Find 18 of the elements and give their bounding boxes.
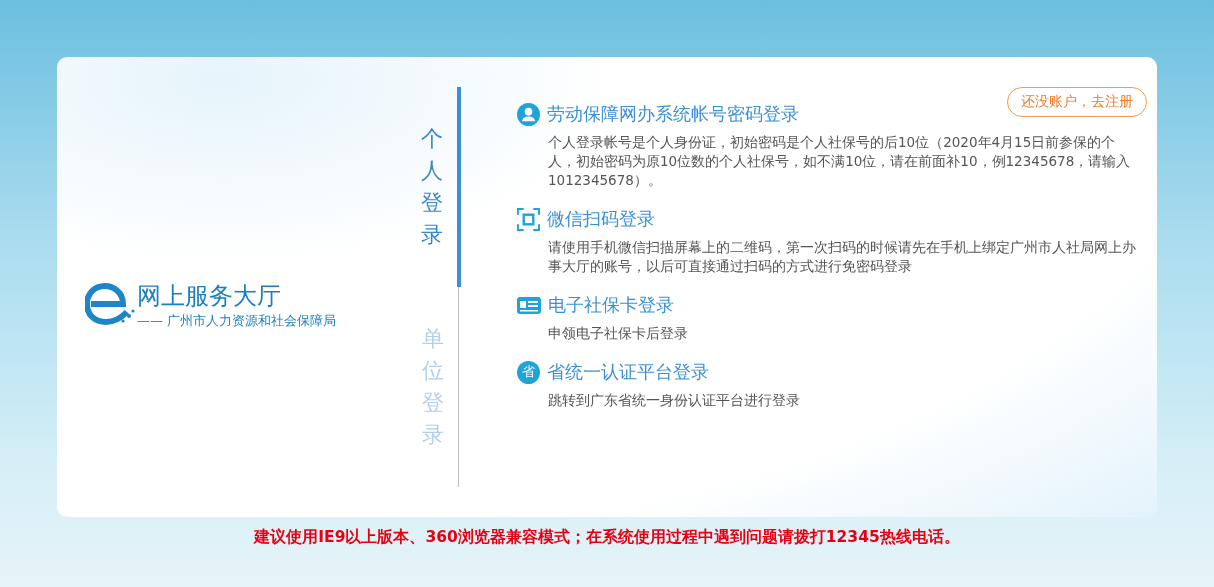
method-description: 个人登录帐号是个人身份证，初始密码是个人社保号的后10位（2020年4月15日前参保的个人，初始密码为原10位数的个人社保号，如不满10位，请在前面补10，例12345678，请输入1012345678）。	[548, 133, 1132, 190]
scan-icon	[517, 207, 540, 231]
province-badge: 省	[517, 360, 540, 384]
login-method-link[interactable]: 电子社保卡登录	[548, 292, 674, 318]
login-method-link[interactable]: 省统一认证平台登录	[547, 359, 709, 385]
login-method-link[interactable]: 劳动保障网办系统帐号密码登录	[547, 101, 799, 127]
id-card-icon	[517, 296, 541, 314]
user-icon	[517, 102, 540, 126]
method-description: 请使用手机微信扫描屏幕上的二维码，第一次扫码的时候请先在手机上绑定广州市人社局网上办事大厅的账号，以后可直接通过扫码的方式进行免密码登录	[548, 238, 1137, 276]
login-method-link[interactable]: 微信扫码登录	[547, 206, 655, 232]
logo-title: 网上服务大厅	[137, 282, 282, 310]
register-button[interactable]: 还没账户，去注册	[1007, 87, 1147, 117]
browser-notice: 建议使用IE9以上版本、360浏览器兼容模式；在系统使用过程中遇到问题请拨打12345热线电话。	[254, 527, 960, 548]
login-tab[interactable]: 个人登录	[412, 87, 461, 287]
e-logo-icon	[85, 282, 135, 326]
method-description: 申领电子社保卡后登录	[548, 324, 689, 343]
method-description: 跳转到广东省统一身份认证平台进行登录	[548, 391, 801, 410]
logo-subtitle: —— 广州市人力资源和社会保障局	[137, 312, 337, 330]
